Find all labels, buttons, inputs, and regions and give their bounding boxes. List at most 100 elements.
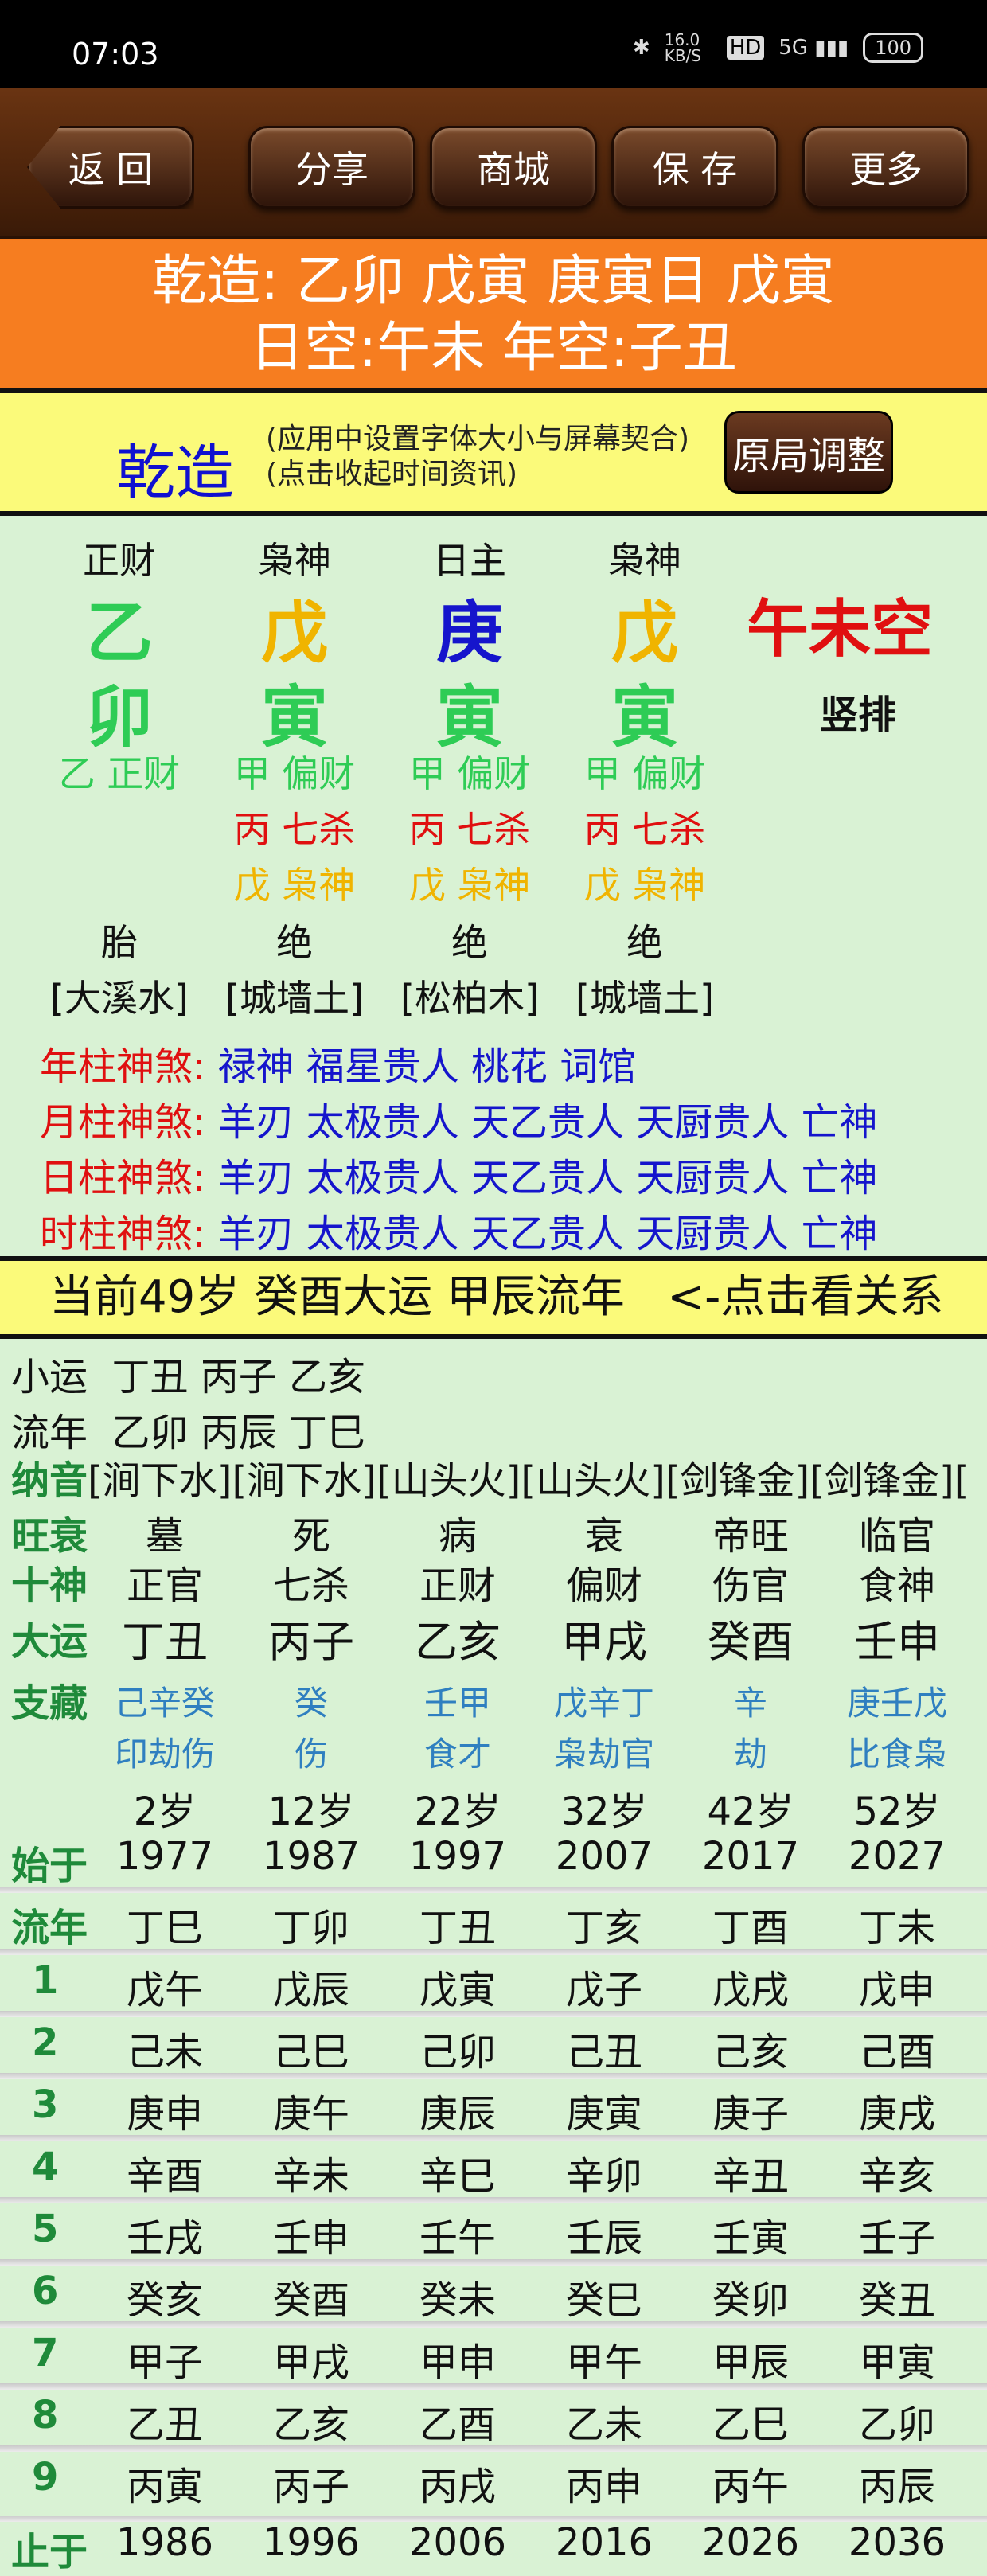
liunian-cell[interactable]: 乙丑 [105,2393,224,2449]
liunian-cell[interactable]: 乙巳 [691,2393,810,2449]
liunian-cell[interactable]: 壬寅 [691,2207,810,2262]
liunian-header-cell: 丁亥 [565,1906,642,1950]
hidden-stem: 戊 枭神 [233,864,356,907]
pillar-stem[interactable]: 乙 [40,580,199,676]
year-index: 7 [32,2331,59,2375]
liunian-cell[interactable]: 辛巳 [398,2145,517,2200]
liunian-cell[interactable]: 丙子 [252,2455,371,2511]
liunian-cell[interactable]: 乙酉 [398,2393,517,2449]
liunian-header-cell: 丁卯 [272,1906,349,1950]
liunian-cell[interactable]: 癸丑 [837,2269,957,2324]
liunian-cell[interactable]: 壬午 [398,2207,517,2262]
liunian-cell[interactable]: 丙午 [691,2455,810,2511]
hidden-stem: 甲 偏财 [583,752,706,795]
liunian-cell[interactable]: 辛卯 [544,2145,664,2200]
liunian-cell[interactable]: 己未 [105,2020,224,2076]
liunian-cell[interactable]: 庚寅 [544,2082,664,2138]
back-button[interactable]: 返 回 [27,126,194,209]
liunian-cell[interactable]: 庚辰 [398,2082,517,2138]
dayun-cell[interactable]: 丁丑 [105,1606,224,1669]
liunian-cell[interactable]: 癸巳 [544,2269,664,2324]
liunian-cell[interactable]: 丙戌 [398,2455,517,2511]
liunian-cell[interactable]: 壬子 [837,2207,957,2262]
liunian-cell[interactable]: 己亥 [691,2020,810,2076]
pillar-stem[interactable]: 戊 [565,580,724,676]
liunian-cell[interactable]: 己酉 [837,2020,957,2076]
net-speed: 16.0 KB/S [664,30,701,65]
dayun-cell[interactable]: 壬申 [837,1606,957,1669]
hidden-stem: 戊 枭神 [583,864,706,907]
liunian-cell[interactable]: 甲子 [105,2331,224,2387]
pillar-stem[interactable]: 庚 [390,580,549,676]
liunian-cell[interactable]: 己卯 [398,2020,517,2076]
shensha-value: 禄神 福星贵人 桃花 词馆 [217,1044,637,1089]
age-cell: 22岁 [414,1790,501,1834]
liunian-cell[interactable]: 丙辰 [837,2455,957,2511]
liunian-cell[interactable]: 壬辰 [544,2207,664,2262]
liunian-cell[interactable]: 癸亥 [105,2269,224,2324]
liunian-cell[interactable]: 辛酉 [105,2145,224,2200]
end-year-cell: 1996 [262,2520,361,2565]
adjust-chart-button[interactable]: 原局调整 [724,411,893,494]
liunian-cell[interactable]: 庚戌 [837,2082,957,2138]
liunian-cell[interactable]: 辛亥 [837,2145,957,2200]
dayun-cell[interactable]: 丙子 [252,1606,371,1669]
liunian-cell[interactable]: 庚子 [691,2082,810,2138]
liunian-cell[interactable]: 戊辰 [252,1958,371,2014]
chart-title: 乾造 [116,439,234,507]
shensha-row[interactable]: 月柱神煞: 羊刃 太极贵人 天乙贵人 天厨贵人 亡神 [40,1091,878,1146]
more-button[interactable]: 更多 [802,126,969,209]
dayun-cell[interactable]: 乙亥 [398,1606,517,1669]
liunian-cell[interactable]: 戊午 [105,1958,224,2014]
pillar-nayin: [城墙土] [575,977,714,1020]
liunian-cell[interactable]: 甲午 [544,2331,664,2387]
shensha-row[interactable]: 年柱神煞: 禄神 福星贵人 桃花 词馆 [40,1035,636,1091]
shensha-value: 羊刃 太极贵人 天乙贵人 天厨贵人 亡神 [217,1156,878,1200]
hidden-stem: 丙 七杀 [583,808,706,851]
liunian-cell[interactable]: 己巳 [252,2020,371,2076]
liunian-cell[interactable]: 甲辰 [691,2331,810,2387]
liunian-cell[interactable]: 戊戌 [691,1958,810,2014]
liunian-cell[interactable]: 庚午 [252,2082,371,2138]
liunian-cell[interactable]: 甲寅 [837,2331,957,2387]
chart-header[interactable]: 乾造 (应用中设置字体大小与屏幕契合) (点击收起时间资讯) 原局调整 [0,388,987,516]
liunian-cell[interactable]: 癸未 [398,2269,517,2324]
liunian-cell[interactable]: 壬申 [252,2207,371,2262]
liunian-cell[interactable]: 庚申 [105,2082,224,2138]
year-index: 4 [32,2145,59,2189]
liunian-cell[interactable]: 丙申 [544,2455,664,2511]
liunian-cell[interactable]: 乙未 [544,2393,664,2449]
liunian-cell[interactable]: 戊申 [837,1958,957,2014]
liunian-cell[interactable]: 癸卯 [691,2269,810,2324]
liunian-cell[interactable]: 辛未 [252,2145,371,2200]
vertical-layout-button[interactable]: 竖排 [820,683,896,739]
wangshuai-cell: 临官 [858,1514,935,1559]
current-luck-bar[interactable]: 当前49岁 癸酉大运 甲辰流年 <-点击看关系 [0,1256,987,1339]
liunian-cell[interactable]: 癸酉 [252,2269,371,2324]
dayun-cell[interactable]: 癸酉 [691,1606,810,1669]
liunian-cell[interactable]: 壬戌 [105,2207,224,2262]
liunian-cell[interactable]: 甲戌 [252,2331,371,2387]
liunian-cell[interactable]: 甲申 [398,2331,517,2387]
shishen-cell: 正财 [419,1563,496,1608]
hint-line-2[interactable]: (点击收起时间资讯) [266,457,689,492]
shishen-cell: 偏财 [565,1563,642,1608]
mall-button[interactable]: 商城 [430,126,597,209]
shensha-row[interactable]: 日柱神煞: 羊刃 太极贵人 天乙贵人 天厨贵人 亡神 [40,1146,878,1202]
share-button[interactable]: 分享 [248,126,415,209]
shensha-row[interactable]: 时柱神煞: 羊刃 太极贵人 天乙贵人 天厨贵人 亡神 [40,1202,878,1258]
start-year-cell: 2007 [555,1834,653,1879]
nayin-row: 纳音[涧下水][涧下水][山头火][山头火][剑锋金][剑锋金][ [11,1449,987,1505]
liunian-cell[interactable]: 乙卯 [837,2393,957,2449]
start-year-cell: 2017 [701,1834,800,1879]
pillar-stem[interactable]: 戊 [215,580,374,676]
liunian-cell[interactable]: 戊子 [544,1958,664,2014]
liunian-cell[interactable]: 乙亥 [252,2393,371,2449]
shensha-label: 月柱神煞: [40,1100,206,1145]
liunian-cell[interactable]: 丙寅 [105,2455,224,2511]
liunian-cell[interactable]: 戊寅 [398,1958,517,2014]
save-button[interactable]: 保 存 [611,126,778,209]
dayun-cell[interactable]: 甲戌 [544,1606,664,1669]
liunian-cell[interactable]: 己丑 [544,2020,664,2076]
liunian-cell[interactable]: 辛丑 [691,2145,810,2200]
